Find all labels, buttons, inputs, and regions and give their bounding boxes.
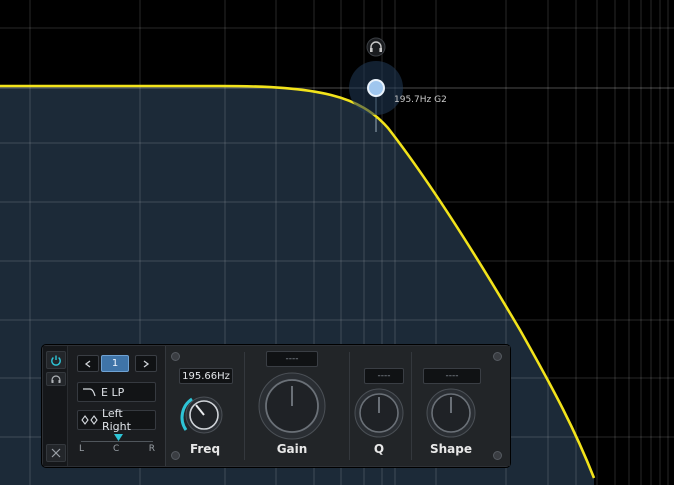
gain-value[interactable]: ---- [266,351,318,367]
shape-value[interactable]: ---- [423,368,481,384]
close-icon [51,448,61,458]
panel-side-column [43,346,68,466]
next-band-button[interactable] [135,355,157,372]
stereo-link-icon [81,415,98,425]
close-band-button[interactable] [46,444,66,462]
gain-knob[interactable] [256,371,328,441]
pan-slider[interactable]: L C R [79,434,155,460]
panel-screw [493,451,502,460]
power-icon [51,355,61,366]
q-knob[interactable] [350,386,408,442]
pan-center-label: C [113,444,120,454]
chevron-right-icon [143,359,150,368]
knob-divider [244,352,245,460]
panel-screw [171,352,180,361]
band-number[interactable]: 1 [101,355,129,372]
filter-type-selector[interactable]: E LP [77,382,156,402]
solo-listen-button[interactable] [46,372,66,386]
panel-screw [493,352,502,361]
gain-label: Gain [276,442,308,456]
chevron-left-icon [84,359,91,368]
channel-selector[interactable]: Left Right [77,407,156,433]
node-listen-button[interactable] [366,37,386,57]
q-label: Q [373,442,385,456]
pan-right-label: R [148,444,155,454]
knob-section: 195.66Hz Freq ---- Gain ---- Q ---- Shap… [165,346,510,466]
shape-knob[interactable] [422,386,480,442]
q-value[interactable]: ---- [364,368,404,384]
node-readout: 195.7Hz G2 [394,95,447,105]
freq-label: Freq [189,442,221,456]
prev-band-button[interactable] [77,355,99,372]
freq-value[interactable]: 195.66Hz [179,368,233,384]
filter-node-handle[interactable] [367,79,385,97]
filter-type-label: E LP [101,385,125,399]
pan-left-label: L [79,444,85,454]
freq-knob[interactable] [176,388,232,438]
channel-label: Left Right [101,407,131,433]
band-settings: 1 E LP Left Right L C R [71,346,163,466]
filter-panel: 1 E LP Left Right L C R 195.66Hz Freq --… [42,345,510,467]
headphones-icon [51,375,61,383]
power-button[interactable] [46,351,66,369]
pan-thumb[interactable] [114,434,124,443]
shape-label: Shape [429,442,472,456]
lowpass-shape-icon [83,388,96,397]
